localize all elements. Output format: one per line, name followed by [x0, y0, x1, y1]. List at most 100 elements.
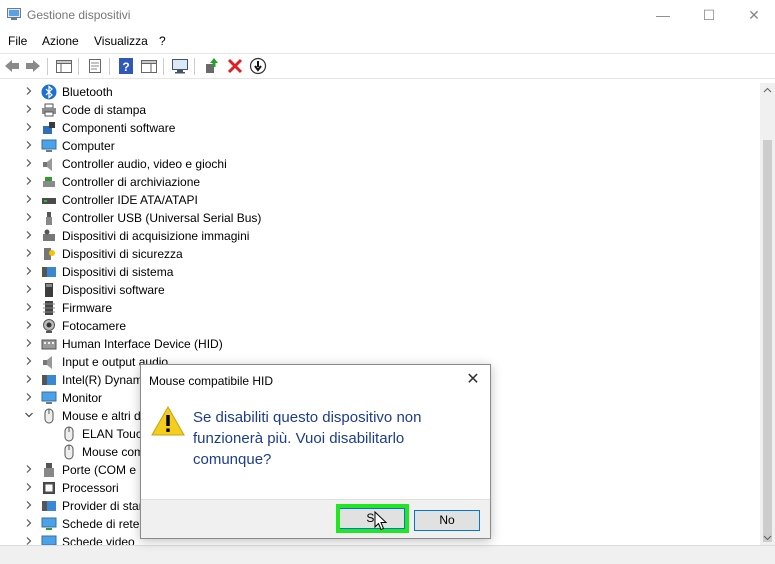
- menu-azione[interactable]: Azione: [42, 34, 79, 48]
- toolbar: ?: [0, 53, 775, 79]
- help-icon[interactable]: ?: [117, 57, 135, 75]
- printer-icon: [42, 103, 56, 117]
- title-bar: Gestione dispositivi — ☐ ✕: [0, 0, 775, 30]
- tree-item[interactable]: Bluetooth: [0, 83, 760, 101]
- tree-item-label: Code di stampa: [62, 103, 147, 117]
- action-pane-icon[interactable]: [140, 57, 158, 75]
- tree-item-label: Controller di archiviazione: [62, 175, 201, 189]
- tree-item-label: Dispositivi software: [62, 283, 165, 297]
- tree-item-label: Fotocamere: [62, 319, 127, 333]
- chevron-right-icon[interactable]: [24, 193, 34, 205]
- vertical-scrollbar[interactable]: [760, 83, 775, 545]
- chevron-right-icon[interactable]: [24, 211, 34, 223]
- menu-file[interactable]: File: [8, 34, 27, 48]
- tree-item-label: Dispositivi di sistema: [62, 265, 174, 279]
- chevron-right-icon[interactable]: [24, 175, 34, 187]
- chevron-right-icon[interactable]: [24, 85, 34, 97]
- chevron-right-icon[interactable]: [24, 391, 34, 403]
- chevron-right-icon[interactable]: [24, 103, 34, 115]
- maximize-button[interactable]: ☐: [686, 0, 732, 30]
- minimize-button[interactable]: —: [640, 0, 686, 30]
- tree-item-label: Dispositivi di sicurezza: [62, 247, 183, 261]
- tree-item-label: Schede di rete: [62, 517, 140, 531]
- tree-item[interactable]: Dispositivi di sicurezza: [0, 245, 760, 263]
- chevron-right-icon[interactable]: [24, 355, 34, 367]
- warning-icon: [151, 405, 185, 436]
- chevron-right-icon[interactable]: [24, 463, 34, 475]
- tree-item-label: Provider di stan: [62, 499, 146, 513]
- camera-scanner-icon: [43, 229, 55, 241]
- show-hide-tree-icon[interactable]: [55, 57, 73, 75]
- chevron-right-icon[interactable]: [24, 337, 34, 349]
- intel-icon: [42, 375, 56, 385]
- tree-item[interactable]: Dispositivi software: [0, 281, 760, 299]
- tree-item[interactable]: Controller USB (Universal Serial Bus): [0, 209, 760, 227]
- toolbar-separator: [109, 58, 110, 75]
- tree-item[interactable]: Code di stampa: [0, 101, 760, 119]
- scroll-down-icon[interactable]: [763, 533, 772, 542]
- tree-item[interactable]: Dispositivi di sistema: [0, 263, 760, 281]
- dialog-footer: Sì No: [141, 499, 490, 538]
- menu-visualizza[interactable]: Visualizza: [94, 34, 148, 48]
- toolbar-separator: [47, 58, 48, 75]
- tree-item[interactable]: Fotocamere: [0, 317, 760, 335]
- ide-controller-icon: [42, 198, 56, 204]
- update-driver-icon[interactable]: [202, 57, 220, 75]
- chevron-right-icon[interactable]: [24, 481, 34, 493]
- chevron-right-icon[interactable]: [24, 499, 34, 511]
- webcam-icon: [43, 319, 55, 333]
- scroll-up-icon[interactable]: [763, 86, 772, 95]
- tree-item-label: Componenti software: [62, 121, 176, 135]
- tree-item[interactable]: Controller di archiviazione: [0, 173, 760, 191]
- status-bar: [0, 545, 775, 564]
- firmware-icon: [43, 301, 55, 315]
- close-window-button[interactable]: ✕: [731, 0, 775, 30]
- tree-item[interactable]: Controller IDE ATA/ATAPI: [0, 191, 760, 209]
- monitor-icon[interactable]: [171, 57, 189, 75]
- chevron-right-icon[interactable]: [24, 139, 34, 151]
- tree-item-label: Computer: [62, 139, 115, 153]
- mouse-icon: [44, 408, 54, 424]
- security-key-icon: [44, 248, 55, 260]
- chevron-right-icon[interactable]: [24, 319, 34, 331]
- tree-item-label: Controller audio, video e giochi: [62, 157, 227, 171]
- tree-item[interactable]: Firmware: [0, 299, 760, 317]
- tree-item[interactable]: Controller audio, video e giochi: [0, 155, 760, 173]
- chevron-right-icon[interactable]: [24, 247, 34, 259]
- chevron-down-icon[interactable]: [24, 409, 34, 421]
- mouse-icon: [64, 426, 74, 442]
- storage-controller-icon: [43, 177, 55, 187]
- disable-device-icon[interactable]: [249, 57, 267, 75]
- dialog-close-button[interactable]: ✕: [460, 367, 486, 393]
- chevron-right-icon[interactable]: [24, 121, 34, 133]
- no-button[interactable]: No: [414, 510, 480, 531]
- tree-item[interactable]: Dispositivi di acquisizione immagini: [0, 227, 760, 245]
- chevron-right-icon[interactable]: [24, 517, 34, 529]
- tree-item-label: Mouse e altri d: [62, 409, 141, 423]
- tree-item[interactable]: Human Interface Device (HID): [0, 335, 760, 353]
- confirm-disable-dialog: Mouse compatibile HID ✕ Se disabiliti qu…: [140, 364, 491, 539]
- tree-item[interactable]: Componenti software: [0, 119, 760, 137]
- tree-item-label: Monitor: [62, 391, 103, 405]
- properties-icon[interactable]: [86, 57, 104, 75]
- chevron-right-icon[interactable]: [24, 301, 34, 313]
- keyboard-hid-icon: [41, 339, 57, 350]
- chevron-right-icon[interactable]: [24, 283, 34, 295]
- forward-icon[interactable]: [24, 57, 42, 75]
- usb-icon: [46, 212, 52, 225]
- tree-item[interactable]: Computer: [0, 137, 760, 155]
- toolbar-separator: [194, 58, 195, 75]
- chevron-right-icon[interactable]: [24, 157, 34, 169]
- menu-help[interactable]: ?: [159, 34, 166, 48]
- chevron-right-icon[interactable]: [24, 535, 34, 545]
- chevron-right-icon[interactable]: [24, 265, 34, 277]
- chevron-right-icon[interactable]: [24, 229, 34, 241]
- back-icon[interactable]: [3, 57, 21, 75]
- processor-icon: [43, 482, 55, 494]
- tree-item-label: Mouse com: [82, 445, 145, 459]
- mouse-cursor-icon: [374, 511, 388, 531]
- tree-item-label: Firmware: [62, 301, 112, 315]
- chevron-right-icon[interactable]: [24, 373, 34, 385]
- scrollbar-thumb[interactable]: [763, 140, 772, 542]
- uninstall-icon[interactable]: [226, 57, 244, 75]
